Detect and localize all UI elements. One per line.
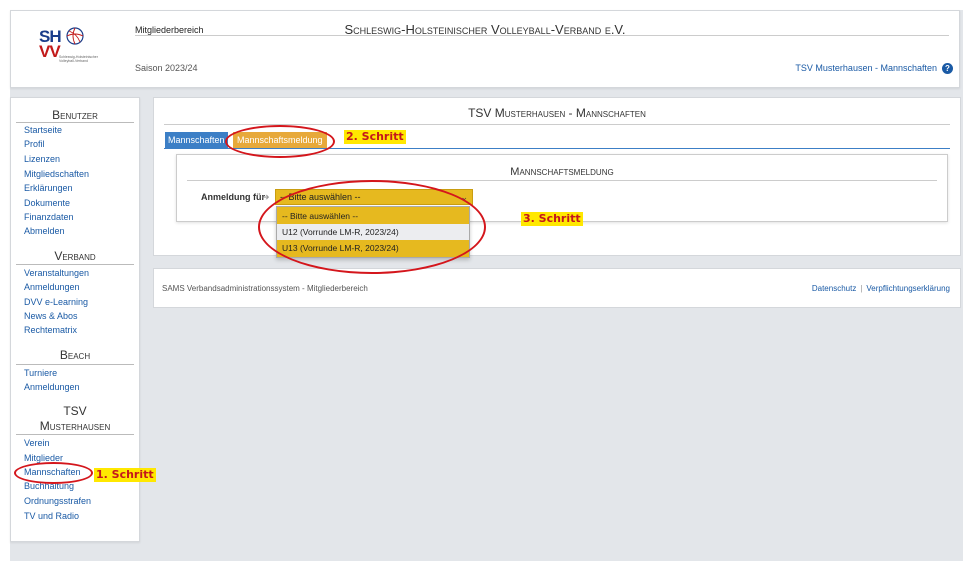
sidebar-item-mannschaften[interactable]: Mannschaften	[24, 467, 81, 477]
footer: SAMS Verbandsadministrationssystem - Mit…	[153, 268, 961, 308]
sidebar-section-title: Verband	[54, 249, 96, 263]
anmeldung-select[interactable]: -- Bitte auswählen -- ⌄	[275, 189, 473, 205]
anmeldung-label: Anmeldung für	[201, 192, 265, 202]
help-icon[interactable]: ?	[942, 63, 953, 74]
footer-separator: |	[860, 284, 863, 293]
tab-mannschaften[interactable]: Mannschaften	[165, 132, 228, 148]
sidebar-section-title: Musterhausen	[39, 419, 111, 433]
sidebar-item-anmeldungen[interactable]: Anmeldungen	[24, 282, 80, 292]
annotation-step3: 3. Schritt	[521, 212, 583, 226]
section-divider	[16, 122, 134, 123]
logo-text-vv: VV	[39, 42, 61, 61]
sidebar-section-title: Benutzer	[52, 108, 98, 122]
arrow-right-icon: ➔	[262, 192, 270, 202]
page-title: TSV Musterhausen - Mannschaften	[468, 106, 646, 120]
sidebar-item-startseite[interactable]: Startseite	[24, 125, 62, 135]
dropdown-option[interactable]: U13 (Vorrunde LM-R, 2023/24)	[277, 240, 469, 256]
annotation-step2: 2. Schritt	[344, 130, 406, 144]
sidebar-item-turniere[interactable]: Turniere	[24, 368, 57, 378]
title-divider	[164, 124, 950, 125]
sidebar-item-verein[interactable]: Verein	[24, 438, 50, 448]
sidebar-item-mitgliedschaften[interactable]: Mitgliedschaften	[24, 169, 89, 179]
sidebar-item-abmelden[interactable]: Abmelden	[24, 226, 65, 236]
season-label: Saison 2023/24	[135, 63, 198, 73]
page: SH VV Schleswig-Holsteinischer Volleybal…	[0, 0, 963, 561]
sidebar-item-erklaerungen[interactable]: Erklärungen	[24, 183, 73, 193]
footer-links: Datenschutz | Verpflichtungserklärung	[812, 284, 950, 293]
footer-text: SAMS Verbandsadministrationssystem - Mit…	[162, 284, 368, 293]
sidebar-item-buchhaltung[interactable]: Buchhaltung	[24, 481, 74, 491]
sidebar-item-finanzdaten[interactable]: Finanzdaten	[24, 212, 74, 222]
annotation-step1: 1. Schritt	[94, 468, 156, 482]
area-label: Mitgliederbereich	[135, 25, 204, 35]
header-divider	[135, 35, 949, 36]
chevron-down-icon: ⌄	[460, 192, 468, 202]
datenschutz-link[interactable]: Datenschutz	[812, 284, 856, 293]
sidebar-item-tv-radio[interactable]: TV und Radio	[24, 511, 79, 521]
section-divider	[16, 434, 134, 435]
verpflichtung-link[interactable]: Verpflichtungserklärung	[866, 284, 950, 293]
dropdown-option[interactable]: U12 (Vorrunde LM-R, 2023/24)	[277, 224, 469, 240]
tab-mannschaftsmeldung[interactable]: Mannschaftsmeldung	[233, 132, 327, 148]
sidebar-section-title: TSV	[63, 404, 87, 418]
select-value: -- Bitte auswählen --	[280, 192, 361, 202]
section-divider	[16, 364, 134, 365]
tab-underline	[164, 148, 950, 149]
sidebar-item-profil[interactable]: Profil	[24, 139, 45, 149]
club-link[interactable]: TSV Musterhausen - Mannschaften	[795, 63, 937, 73]
form-divider	[187, 180, 937, 181]
section-divider	[16, 264, 134, 265]
logo-subtitle: Schleswig-Holsteinischer Volleyball-Verb…	[59, 55, 98, 63]
sidebar-item-news-abos[interactable]: News & Abos	[24, 311, 78, 321]
sidebar-section-title: Beach	[59, 348, 91, 362]
sidebar-item-ordnungsstrafen[interactable]: Ordnungsstrafen	[24, 496, 91, 506]
form-title: Mannschaftsmeldung	[510, 166, 614, 178]
select-dropdown: -- Bitte auswählen -- U12 (Vorrunde LM-R…	[276, 206, 470, 258]
sidebar-item-dvv-elearning[interactable]: DVV e-Learning	[24, 297, 88, 307]
sidebar-item-mitglieder[interactable]: Mitglieder	[24, 453, 63, 463]
sidebar-item-veranstaltungen[interactable]: Veranstaltungen	[24, 268, 89, 278]
dropdown-option[interactable]: -- Bitte auswählen --	[277, 208, 469, 224]
sidebar-item-lizenzen[interactable]: Lizenzen	[24, 154, 60, 164]
sidebar-item-dokumente[interactable]: Dokumente	[24, 198, 70, 208]
sidebar-item-rechtematrix[interactable]: Rechtematrix	[24, 325, 77, 335]
header: SH VV Schleswig-Holsteinischer Volleybal…	[10, 10, 960, 88]
sidebar-item-beach-anmeldungen[interactable]: Anmeldungen	[24, 382, 80, 392]
